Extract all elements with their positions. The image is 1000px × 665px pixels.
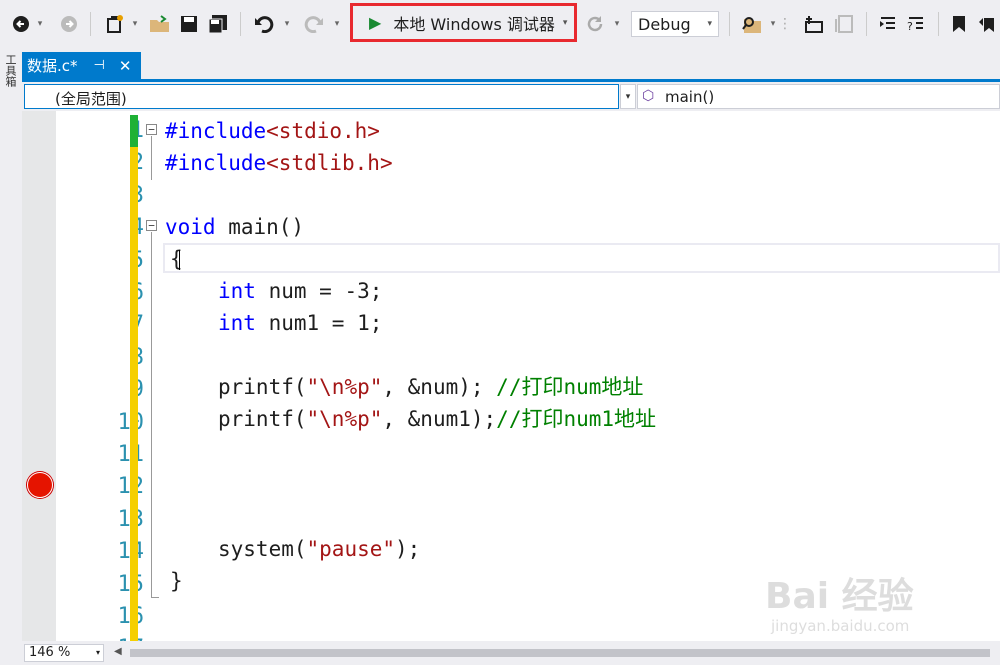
toolbar-divider [729, 12, 730, 36]
bookmark-list-icon[interactable] [832, 11, 856, 37]
back-icon[interactable] [10, 11, 32, 37]
toolbar-divider [866, 12, 867, 36]
collapse-icon[interactable]: − [146, 220, 157, 231]
toolbox-label: 工具箱 [4, 54, 17, 87]
code-line-15: } [170, 569, 183, 593]
saved-change-marker [130, 115, 138, 147]
back-dropdown-icon[interactable]: ▾ [35, 11, 45, 37]
method-icon: ⬡ [642, 88, 655, 104]
chevron-down-icon: ▾ [707, 19, 712, 29]
solution-configuration-select[interactable]: Debug ▾ [631, 11, 719, 37]
toolbar: ▾ ▾ ▾ ▾ ▶ 本地 Windows 调试器 ▾ ▾ Debug ▾ ▾ ⋮ [0, 0, 1000, 50]
toolbox-side-tab[interactable]: 工具箱 [0, 50, 20, 663]
refresh-dropdown-icon[interactable]: ▾ [612, 11, 622, 37]
refresh-icon[interactable] [584, 11, 606, 37]
watermark-brand: Bai 经验 [765, 576, 914, 617]
start-debugging-label: 本地 Windows 调试器 [393, 14, 555, 34]
bookmark-icon[interactable] [948, 11, 970, 37]
member-value: main() [665, 88, 715, 106]
scroll-left-icon[interactable]: ◀ [114, 646, 122, 657]
comment-out-icon[interactable] [876, 11, 900, 37]
undo-icon[interactable] [252, 11, 276, 37]
save-icon[interactable] [178, 11, 200, 37]
play-icon: ▶ [369, 13, 382, 32]
breakpoint-icon[interactable] [27, 472, 53, 498]
new-dropdown-icon[interactable]: ▾ [130, 11, 140, 37]
chevron-down-icon[interactable]: ▾ [563, 18, 568, 28]
unsaved-change-marker [130, 147, 138, 641]
scope-value: (全局范围) [55, 90, 127, 108]
code-line-5: { [170, 247, 183, 271]
zoom-value: 146 % [29, 645, 71, 660]
glyph-margin[interactable] [22, 111, 56, 641]
code-line-4: void main() [165, 215, 305, 239]
undo-dropdown-icon[interactable]: ▾ [282, 11, 292, 37]
code-line-2: #include<stdlib.h> [165, 151, 393, 175]
editor-bottom-bar: 146 % ▾ ◀ [22, 641, 1000, 663]
svg-text:?: ? [907, 20, 913, 33]
code-line-9: printf("\n%p", &num); //打印num地址 [218, 375, 644, 399]
code-line-1: #include<stdio.h> [165, 119, 380, 143]
outline-line [151, 136, 152, 180]
save-all-icon[interactable] [206, 11, 230, 37]
horizontal-scrollbar[interactable]: ◀ [114, 646, 994, 660]
chevron-down-icon: ▾ [95, 648, 100, 657]
current-line-highlight [163, 243, 1000, 273]
collapse-icon[interactable]: − [146, 124, 157, 135]
find-dropdown-icon[interactable]: ▾ [768, 11, 778, 37]
code-line-14: system("pause"); [218, 537, 421, 561]
start-debugging-button[interactable]: ▶ 本地 Windows 调试器 ▾ [350, 3, 577, 42]
configuration-value: Debug [638, 14, 691, 34]
scope-dropdown[interactable]: (全局范围) [24, 84, 619, 109]
pin-icon[interactable]: ⊣ [94, 58, 105, 73]
toolbar-divider [938, 12, 939, 36]
scrollbar-thumb[interactable] [130, 649, 990, 657]
outline-line [151, 232, 152, 597]
text-caret [179, 250, 180, 270]
close-icon[interactable]: ✕ [119, 57, 132, 75]
new-project-icon[interactable] [103, 11, 127, 37]
toolbar-grip: ⋮ [778, 16, 792, 32]
baidu-watermark: Bai 经验 jingyan.baidu.com [765, 551, 995, 641]
member-dropdown[interactable]: ⬡ main() [637, 84, 1000, 109]
open-folder-icon[interactable] [148, 11, 172, 37]
toolbar-divider [240, 12, 241, 36]
code-line-10: printf("\n%p", &num1);//打印num1地址 [218, 407, 657, 431]
tab-document[interactable]: 数据.c* ⊣ ✕ [22, 52, 141, 79]
find-in-files-icon[interactable] [740, 11, 764, 37]
code-line-7: int num1 = 1; [218, 311, 383, 335]
uncomment-icon[interactable]: ? [904, 11, 928, 37]
previous-bookmark-icon[interactable] [976, 11, 998, 37]
code-line-6: int num = -3; [218, 279, 383, 303]
toolbar-divider [90, 12, 91, 36]
watermark-url: jingyan.baidu.com [771, 617, 910, 635]
tab-filename: 数据.c* [27, 57, 78, 75]
forward-icon[interactable] [58, 11, 80, 37]
redo-icon[interactable] [302, 11, 326, 37]
navigation-bar: (全局范围) ▾ ⬡ main() [22, 82, 1000, 111]
zoom-select[interactable]: 146 % ▾ [24, 644, 104, 662]
step-icon[interactable] [802, 11, 826, 37]
redo-dropdown-icon[interactable]: ▾ [332, 11, 342, 37]
chevron-down-icon[interactable]: ▾ [620, 84, 636, 109]
outline-end [151, 597, 159, 598]
